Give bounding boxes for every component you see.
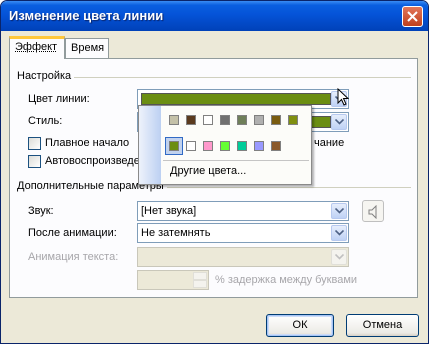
scheme-color-swatch-0[interactable] — [169, 141, 179, 151]
cancel-button[interactable]: Отмена — [346, 314, 419, 337]
line-color-swatch — [141, 93, 331, 105]
ok-button[interactable]: ОК — [266, 314, 334, 337]
delay-spinner-buttons — [193, 272, 207, 288]
color-picker-popup: Другие цвета... — [138, 105, 312, 185]
recent-color-swatch-0[interactable] — [169, 115, 179, 125]
recent-color-swatch-6[interactable] — [271, 115, 281, 125]
sound-combo[interactable]: [Нет звука] — [137, 201, 349, 221]
after-animation-value: Не затемнять — [141, 227, 211, 239]
after-animation-combo[interactable]: Не затемнять — [137, 223, 349, 243]
other-colors-item[interactable]: Другие цвета... — [170, 165, 246, 177]
delay-label: % задержка между буквами — [215, 274, 358, 286]
smooth-start-checkbox[interactable] — [28, 137, 41, 150]
dialog-window: Изменение цвета линии Эффект Время Настр… — [0, 0, 429, 344]
close-button[interactable] — [402, 6, 423, 27]
window-title: Изменение цвета линии — [9, 8, 164, 23]
delay-spinner — [137, 270, 209, 290]
settings-group-divider — [73, 77, 411, 78]
autoreverse-label[interactable]: Автовоспроизведе — [45, 155, 140, 167]
sound-volume-button[interactable] — [362, 200, 384, 222]
tab-effect[interactable]: Эффект — [9, 36, 65, 59]
popup-side-strip — [139, 106, 161, 184]
scheme-color-swatch-6[interactable] — [271, 141, 281, 151]
settings-group-label: Настройка — [17, 70, 75, 82]
text-animation-dropdown-button — [331, 249, 347, 265]
after-animation-dropdown-button[interactable] — [331, 225, 347, 241]
chevron-down-icon — [335, 230, 344, 236]
speaker-icon — [368, 205, 377, 219]
scheme-color-swatch-2[interactable] — [203, 141, 213, 151]
smooth-start-label[interactable]: Плавное начало — [45, 137, 129, 149]
sound-label: Звук: — [28, 205, 54, 217]
tab-timing-label: Время — [71, 42, 105, 54]
recent-color-swatch-2[interactable] — [203, 115, 213, 125]
chevron-down-icon — [335, 208, 344, 214]
chevron-down-icon — [335, 119, 344, 125]
tab-effect-label: Эффект — [15, 41, 58, 53]
recent-color-swatch-4[interactable] — [237, 115, 247, 125]
title-bar[interactable]: Изменение цвета линии — [1, 1, 428, 31]
style-dropdown-button[interactable] — [331, 114, 347, 130]
scheme-color-swatch-4[interactable] — [237, 141, 247, 151]
scheme-color-swatch-5[interactable] — [254, 141, 264, 151]
style-label: Стиль: — [28, 115, 63, 127]
recent-color-swatch-1[interactable] — [186, 115, 196, 125]
smooth-end-label[interactable]: чание — [314, 137, 344, 149]
recent-color-swatch-3[interactable] — [220, 115, 230, 125]
recent-color-swatch-5[interactable] — [254, 115, 264, 125]
line-color-label: Цвет линии: — [28, 93, 90, 105]
sound-value: [Нет звука] — [141, 205, 197, 217]
mouse-cursor-icon — [337, 88, 349, 106]
text-animation-combo — [137, 247, 349, 267]
chevron-down-icon — [335, 254, 344, 260]
popup-separator — [163, 160, 309, 161]
scheme-color-swatch-3[interactable] — [220, 141, 230, 151]
scheme-color-swatch-1[interactable] — [186, 141, 196, 151]
additional-group-divider — [161, 187, 411, 188]
text-animation-label: Анимация текста: — [28, 251, 119, 263]
autoreverse-checkbox[interactable] — [28, 155, 41, 168]
close-icon — [407, 11, 418, 22]
recent-color-swatch-7[interactable] — [288, 115, 298, 125]
tab-timing[interactable]: Время — [65, 38, 109, 58]
after-animation-label: После анимации: — [28, 227, 117, 239]
sound-dropdown-button[interactable] — [331, 203, 347, 219]
